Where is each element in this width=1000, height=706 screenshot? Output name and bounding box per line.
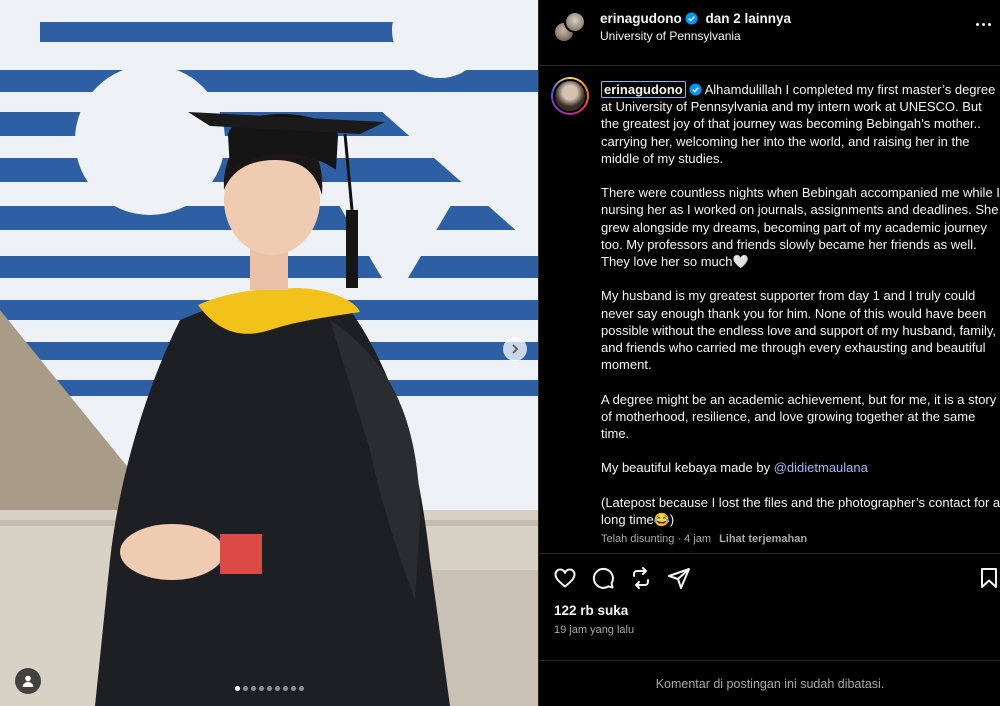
avatar [553,79,587,113]
chevron-right-icon [512,344,519,354]
likes-count[interactable]: 122 rb suka [554,603,628,618]
caption-text-4: A degree might be an academic achievemen… [601,391,997,442]
next-slide-button[interactable] [503,337,527,361]
caption-text-3: My husband is my greatest supporter from… [601,288,997,373]
author-username[interactable]: erinagudono [600,11,682,26]
author-line: erinagudono dan 2 lainnya [600,11,791,26]
more-options-icon[interactable] [971,12,995,36]
verified-badge-icon [685,12,698,25]
avatar [564,11,586,33]
more-dot [975,22,979,26]
co-authors-link[interactable]: dan 2 lainnya [706,11,792,26]
carousel-dot [266,686,272,691]
comments-restricted-notice: Komentar di postingan ini sudah dibatasi… [539,660,1000,706]
carousel-dot [242,686,248,691]
bookmark-icon[interactable] [977,566,1000,590]
carousel-dot [250,686,256,691]
carousel-dot [258,686,264,691]
mention-link[interactable]: @didietmaulana [774,460,868,475]
carousel-dot [298,686,304,691]
post-details-pane: erinagudono dan 2 lainnya University of … [538,0,1000,706]
post-caption: erinagudono Alhamdulillah I completed my… [601,81,1000,545]
carousel-dot [282,686,288,691]
more-dot [987,22,991,26]
more-dot [981,22,985,26]
post-timestamp: 19 jam yang lalu [554,624,635,636]
caption-text-2: There were countless nights when Bebinga… [601,185,1000,270]
caption-author-avatar[interactable] [551,77,589,115]
caption-paragraph: My beautiful kebaya made by @didietmaula… [601,459,1000,476]
post-viewer: erinagudono dan 2 lainnya University of … [0,0,1000,706]
action-bar [539,553,1000,601]
heart-icon[interactable] [553,566,577,590]
share-icon[interactable] [667,566,691,590]
caption-text-6: (Latepost because I lost the files and t… [601,494,1000,527]
carousel-dot-active [234,686,240,691]
see-translation-link[interactable]: Lihat terjemahan [719,533,807,545]
repost-icon[interactable] [629,566,653,590]
caption-paragraph: erinagudono Alhamdulillah I completed my… [601,81,1000,167]
graduation-photo [0,0,538,706]
carousel-indicator [0,686,538,691]
post-header: erinagudono dan 2 lainnya University of … [539,0,1000,66]
caption-username[interactable]: erinagudono [601,81,686,98]
location-link[interactable]: University of Pennsylvania [600,29,741,43]
post-media[interactable] [0,0,538,706]
carousel-dot [274,686,280,691]
caption-text-5: My beautiful kebaya made by [601,460,774,476]
author-avatars[interactable] [553,11,589,47]
comment-icon[interactable] [591,566,615,590]
carousel-dot [290,686,296,691]
caption-meta: Telah disunting · 4 jam Lihat terjemahan [601,533,807,545]
edited-timestamp: Telah disunting · 4 jam [601,533,712,545]
verified-badge-icon [689,83,702,96]
